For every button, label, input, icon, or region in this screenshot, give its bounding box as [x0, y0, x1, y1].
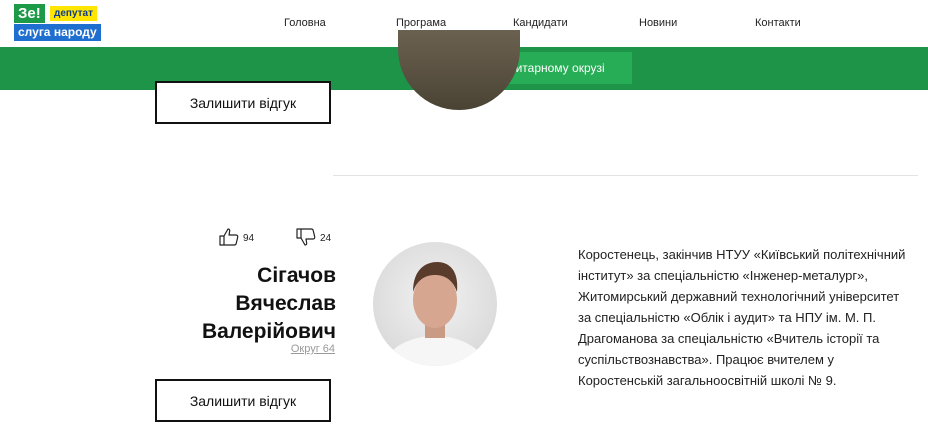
like-button[interactable]: 94: [219, 228, 254, 249]
thumbs-up-icon: [219, 228, 239, 249]
leave-feedback-button-previous[interactable]: Залишити відгук: [155, 81, 331, 124]
leave-feedback-button[interactable]: Залишити відгук: [155, 379, 331, 422]
logo-deputat: депутат: [50, 6, 97, 21]
logo-sluga-narodu: слуга народу: [14, 24, 101, 41]
candidate-bio: Коростенець, закінчив НТУУ «Київський по…: [578, 247, 906, 388]
candidate-name: Сігачов Вячеслав Валерійович: [150, 262, 336, 346]
candidate-first-name: Вячеслав: [235, 292, 336, 315]
dislikes-count: 24: [320, 233, 332, 244]
feedback-button-label: Залишити відгук: [189, 94, 297, 111]
nav-home[interactable]: Головна: [284, 17, 326, 29]
logo-ze: Зе!: [14, 4, 45, 23]
candidate-surname: Сігачов: [257, 264, 336, 287]
nav-program[interactable]: Програма: [396, 17, 446, 29]
candidate-photo: [373, 242, 497, 366]
likes-count: 94: [243, 233, 255, 244]
nav-news[interactable]: Новини: [639, 17, 677, 29]
nav-contacts[interactable]: Контакти: [755, 17, 801, 29]
nav-candidates[interactable]: Кандидати: [513, 17, 568, 29]
candidate-patronymic: Валерійович: [202, 320, 336, 343]
thumbs-down-icon: [296, 228, 316, 249]
district-link[interactable]: Округ 64: [200, 343, 335, 355]
previous-candidate-photo: [398, 30, 520, 110]
feedback-button-label: Залишити відгук: [189, 392, 297, 409]
dislike-button[interactable]: 24: [296, 228, 331, 249]
logo[interactable]: Зе! депутат слуга народу: [14, 4, 106, 41]
divider: [333, 175, 918, 176]
